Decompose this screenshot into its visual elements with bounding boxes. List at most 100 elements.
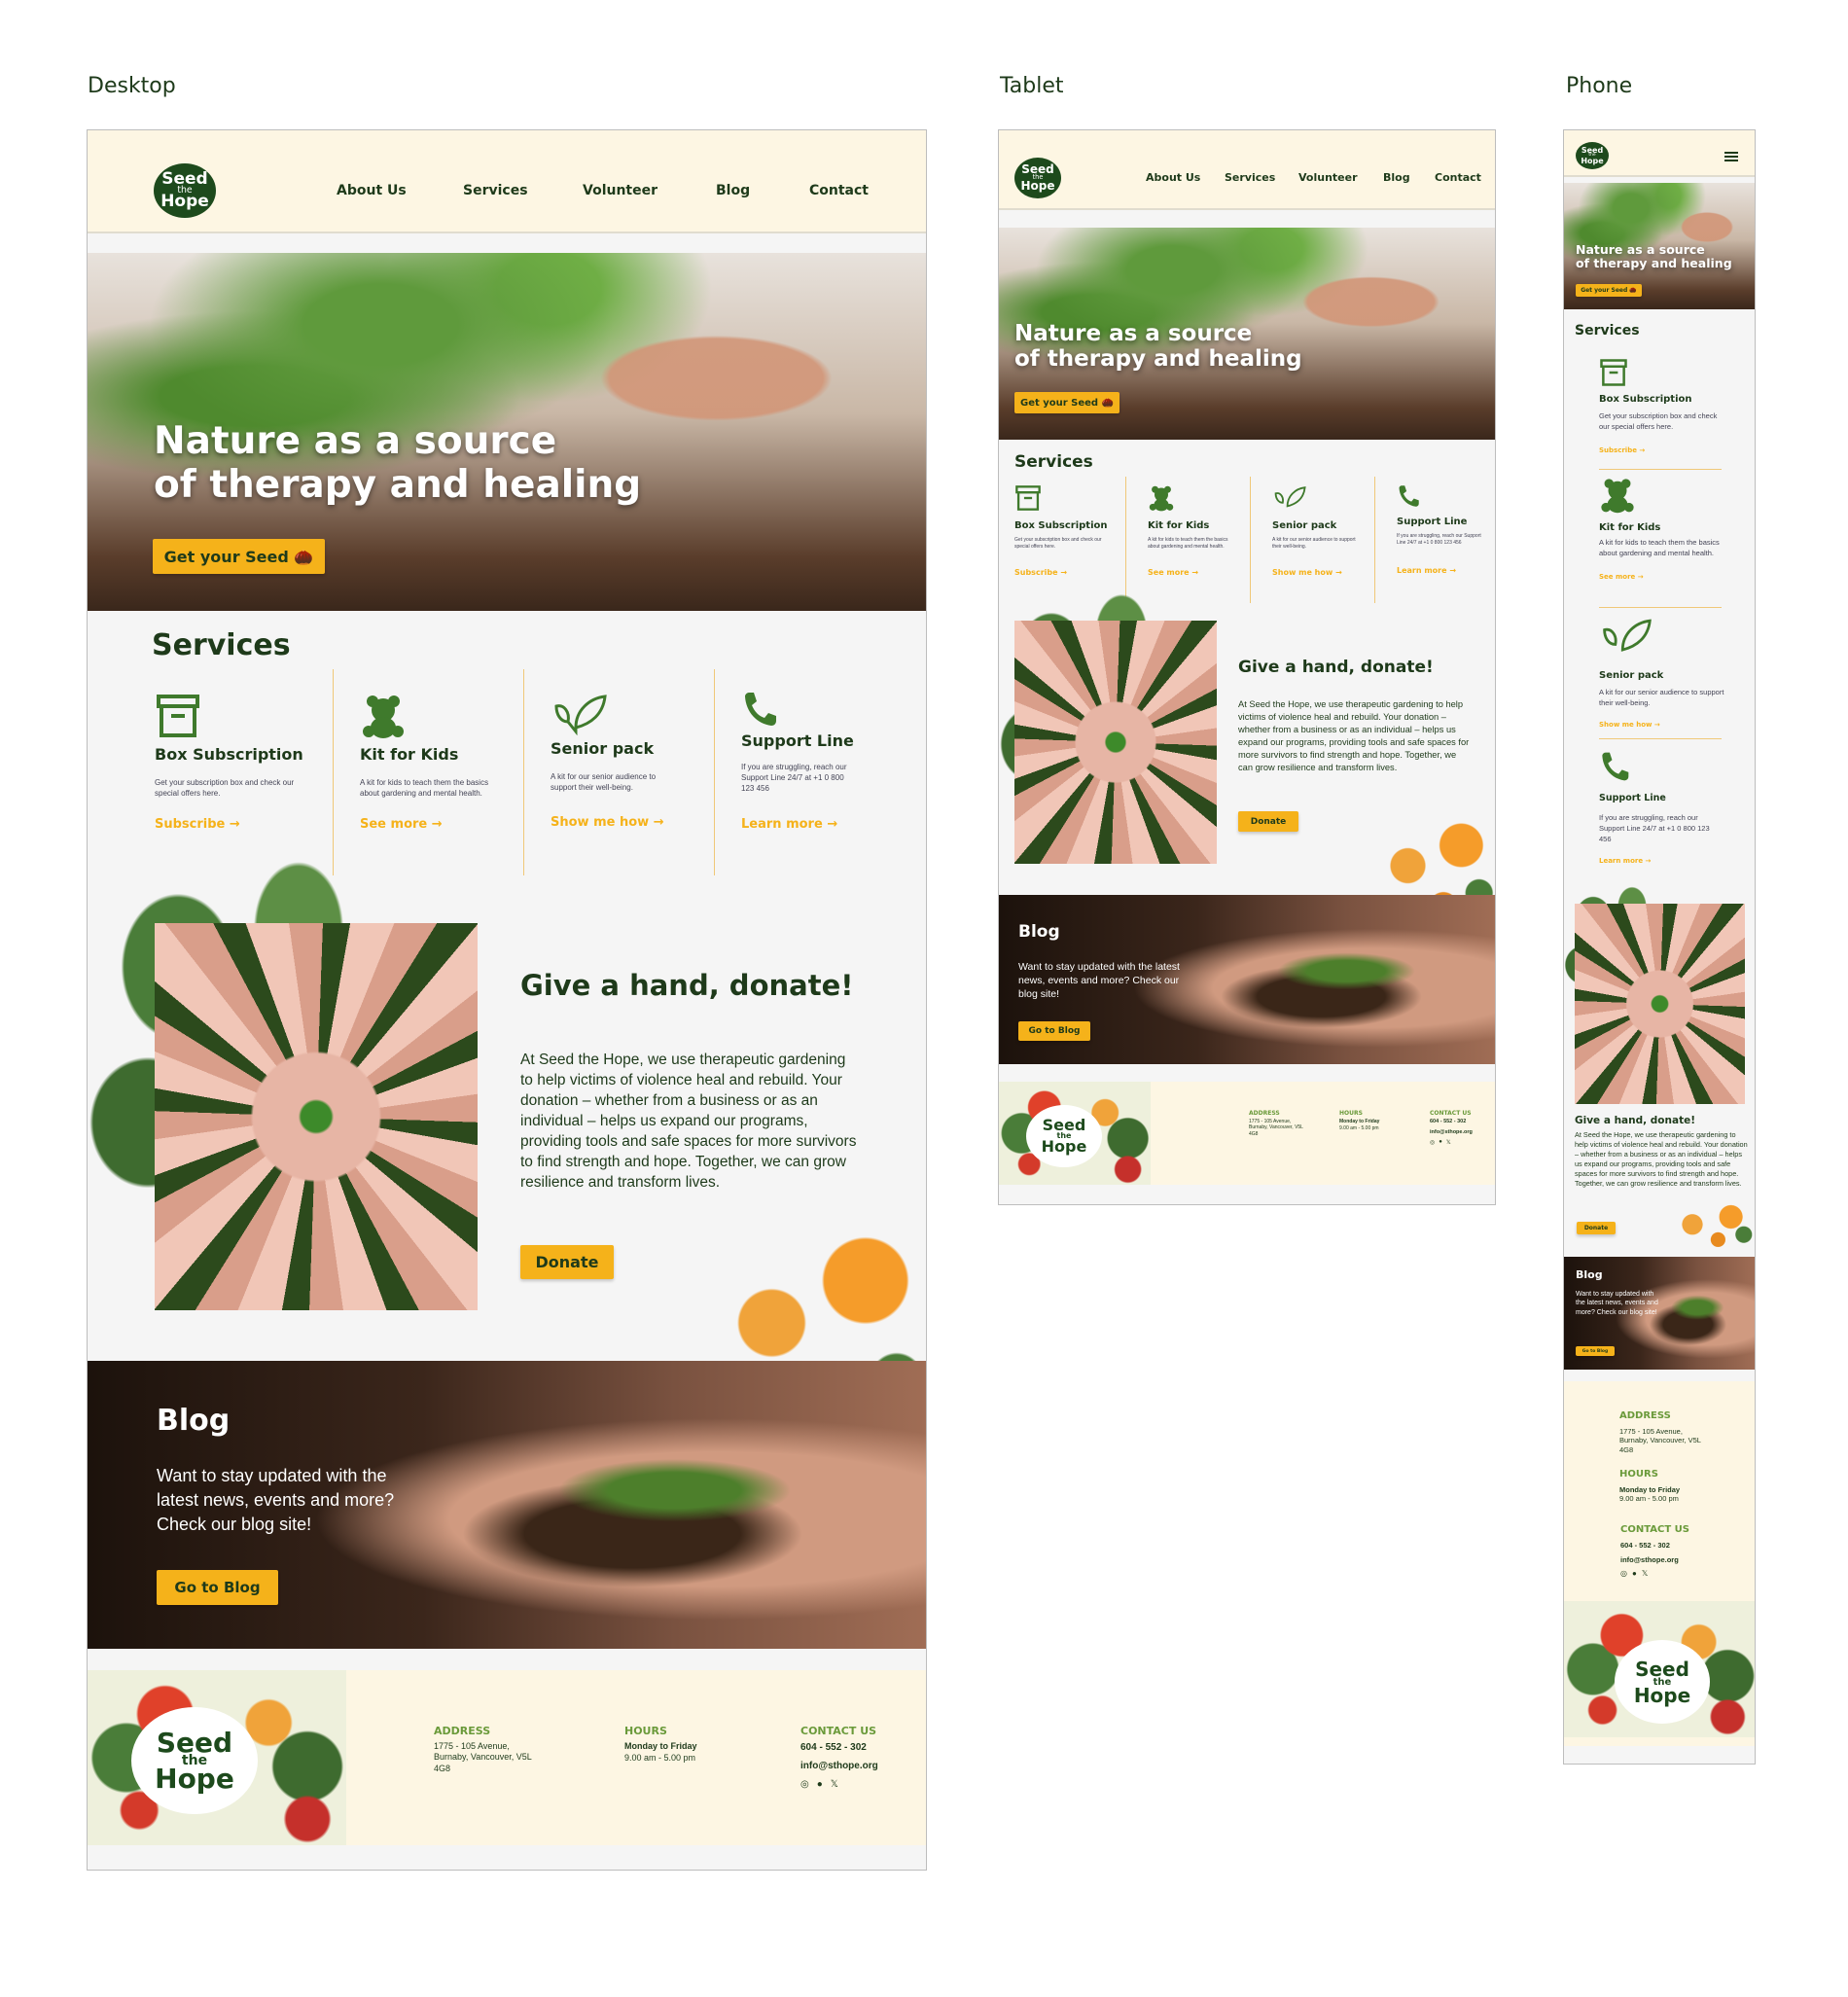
get-seed-button[interactable]: Get your Seed 🌰 (1014, 392, 1119, 413)
footer-logo[interactable]: Seed the Hope (1026, 1105, 1102, 1167)
phone-icon (1397, 484, 1484, 513)
logo-text: Hope (155, 1763, 234, 1796)
show-me-how-link[interactable]: Show me how → (1599, 721, 1725, 729)
hamburger-menu-icon[interactable] (1724, 152, 1738, 161)
main-nav: About Us Services Volunteer Blog Contact (337, 183, 869, 198)
subscribe-link[interactable]: Subscribe → (1599, 446, 1725, 454)
hours-heading: HOURS (1619, 1469, 1658, 1480)
donate-button[interactable]: Donate (1238, 811, 1298, 832)
blog-banner: Blog Want to stay updated with the lates… (999, 895, 1495, 1064)
footer-logo[interactable]: Seed the Hope (1615, 1640, 1710, 1724)
hero-title-line: of therapy and healing (1576, 256, 1732, 271)
see-more-link[interactable]: See more → (360, 817, 443, 832)
nav-blog[interactable]: Blog (716, 183, 809, 198)
go-to-blog-button[interactable]: Go to Blog (1018, 1021, 1090, 1041)
go-to-blog-button[interactable]: Go to Blog (1576, 1346, 1615, 1356)
phone-icon (741, 691, 887, 730)
hero-title-line: Nature as a source (154, 419, 557, 463)
phone-label: Phone (1566, 74, 1633, 98)
see-more-link[interactable]: See more → (1599, 573, 1725, 581)
address-heading: ADDRESS (434, 1725, 491, 1737)
contact-email[interactable]: info@sthope.org (1430, 1129, 1473, 1136)
desktop-header: Seed the Hope About Us Services Voluntee… (88, 130, 926, 233)
nav-services[interactable]: Services (463, 183, 583, 198)
nav-about[interactable]: About Us (337, 183, 463, 198)
subscribe-link[interactable]: Subscribe → (155, 817, 240, 832)
logo-text: Hope (1581, 156, 1604, 165)
service-name: Box Subscription (1014, 520, 1108, 531)
social-links: ◎ ● 𝕏 (800, 1779, 838, 1790)
hours-time: 9.00 am - 5.00 pm (1619, 1494, 1679, 1503)
service-desc: Get your subscription box and check our … (1599, 411, 1718, 431)
donate-button[interactable]: Donate (1577, 1222, 1616, 1234)
learn-more-link[interactable]: Learn more → (741, 817, 837, 832)
vegetables-illustration: Seed the Hope (88, 1670, 346, 1845)
service-support-line: Support Line If you are struggling, reac… (741, 691, 887, 832)
service-desc: A kit for kids to teach them the basics … (1599, 538, 1720, 557)
facebook-icon[interactable]: ● (1439, 1139, 1442, 1146)
x-icon[interactable]: 𝕏 (831, 1779, 838, 1790)
footer: ADDRESS 1775 - 105 Avenue, Burnaby, Vanc… (1564, 1381, 1755, 1746)
logo-text: Hope (1041, 1136, 1087, 1156)
donate-title: Give a hand, donate! (1238, 658, 1434, 677)
show-me-how-link[interactable]: Show me how → (551, 815, 664, 830)
instagram-icon[interactable]: ◎ (1430, 1139, 1435, 1146)
show-me-how-link[interactable]: Show me how → (1272, 568, 1342, 577)
divider (1250, 477, 1251, 603)
footer: Seed the Hope ADDRESS 1775 - 105 Avenue,… (88, 1670, 926, 1845)
logo-text: Hope (160, 192, 209, 212)
hours-heading: HOURS (624, 1725, 667, 1737)
instagram-icon[interactable]: ◎ (1620, 1569, 1627, 1578)
nav-contact[interactable]: Contact (809, 183, 869, 198)
service-name: Support Line (1599, 793, 1666, 803)
subscribe-link[interactable]: Subscribe → (1014, 568, 1067, 577)
service-desc: A kit for kids to teach them the basics … (360, 778, 489, 799)
donate-button[interactable]: Donate (520, 1245, 614, 1279)
get-seed-button[interactable]: Get your Seed 🌰 (153, 539, 325, 574)
learn-more-link[interactable]: Learn more → (1397, 566, 1456, 575)
service-name: Support Line (1397, 517, 1468, 527)
x-icon[interactable]: 𝕏 (1446, 1139, 1451, 1146)
service-kit-for-kids: Kit for Kids A kit for kids to teach the… (360, 693, 506, 832)
nav-blog[interactable]: Blog (1383, 171, 1435, 184)
nav-services[interactable]: Services (1225, 171, 1298, 184)
leaf-icon (1599, 617, 1725, 662)
logo-text: Seed (1042, 1116, 1086, 1135)
service-box-subscription: Box Subscription Get your subscription b… (1014, 484, 1112, 577)
nav-volunteer[interactable]: Volunteer (583, 183, 716, 198)
service-desc: A kit for our senior audience to support… (1599, 688, 1724, 707)
logo-text: Seed (1635, 1657, 1689, 1681)
nav-contact[interactable]: Contact (1435, 171, 1481, 184)
service-desc: If you are struggling, reach our Support… (1599, 813, 1710, 843)
hours-time: 9.00 am - 5.00 pm (624, 1753, 696, 1763)
facebook-icon[interactable]: ● (1632, 1569, 1637, 1578)
facebook-icon[interactable]: ● (817, 1779, 823, 1790)
service-kit-for-kids: Kit for Kids A kit for kids to teach the… (1148, 484, 1240, 577)
learn-more-link[interactable]: Learn more → (1599, 857, 1725, 865)
address-heading: ADDRESS (1249, 1110, 1280, 1117)
nav-about[interactable]: About Us (1146, 171, 1225, 184)
logo[interactable]: Seed the Hope (1576, 142, 1609, 169)
go-to-blog-button[interactable]: Go to Blog (157, 1570, 278, 1605)
service-name: Support Line (741, 731, 854, 750)
service-support-line: Support Line If you are struggling, reac… (1397, 484, 1484, 575)
footer-logo[interactable]: Seed the Hope (131, 1707, 258, 1814)
divider (333, 669, 334, 875)
hours-days: Monday to Friday (1619, 1485, 1681, 1494)
get-seed-button[interactable]: Get your Seed 🌰 (1576, 284, 1642, 297)
logo[interactable]: Seed the Hope (1014, 158, 1061, 198)
hero-banner: Nature as a source of therapy and healin… (1564, 183, 1755, 309)
instagram-icon[interactable]: ◎ (800, 1779, 809, 1790)
hours-days: Monday to Friday (624, 1741, 697, 1751)
nav-volunteer[interactable]: Volunteer (1298, 171, 1383, 184)
x-icon[interactable]: 𝕏 (1642, 1569, 1648, 1578)
donate-body: At Seed the Hope, we use therapeutic gar… (1575, 1130, 1748, 1189)
teddy-bear-icon (360, 693, 506, 743)
hero-title: Nature as a source of therapy and healin… (154, 419, 641, 508)
logo[interactable]: Seed the Hope (154, 163, 216, 218)
contact-email[interactable]: info@sthope.org (1620, 1555, 1679, 1564)
contact-email[interactable]: info@sthope.org (800, 1761, 878, 1773)
hero-title-line: Nature as a source (1014, 321, 1253, 346)
see-more-link[interactable]: See more → (1148, 568, 1198, 577)
leaf-icon (1272, 484, 1365, 517)
